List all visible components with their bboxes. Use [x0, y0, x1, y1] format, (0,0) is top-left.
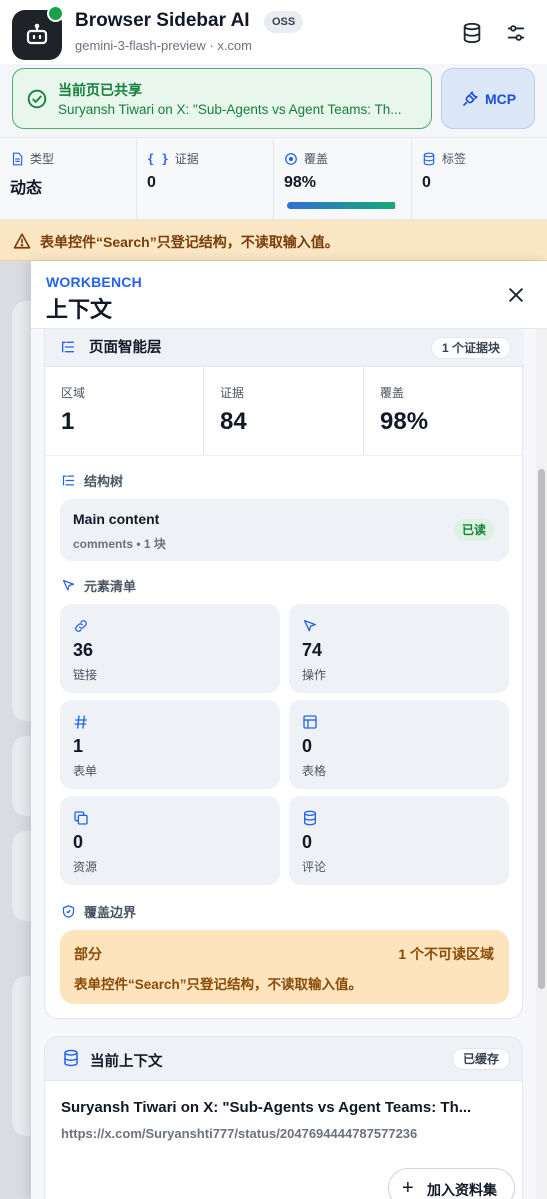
- database-icon: [304, 810, 316, 826]
- coverage-boundary-card: 部分 1 个不可读区域 表单控件“Search”只登记结构，不读取输入值。: [60, 930, 509, 1004]
- element-tile-actions[interactable]: 74 操作: [289, 604, 509, 693]
- braces-icon: { }: [147, 151, 169, 166]
- mcp-button[interactable]: MCP: [441, 68, 535, 129]
- drawer-title: 上下文: [46, 297, 113, 322]
- app-header: Browser Sidebar AI OSS gemini-3-flash-pr…: [0, 0, 547, 64]
- tree-list-icon: [62, 475, 75, 486]
- metric-evidence: 证据 84: [204, 367, 364, 455]
- drawer-scrollbar[interactable]: [536, 329, 547, 1199]
- app-title: Browser Sidebar AI: [75, 10, 250, 31]
- copy-icon: [74, 811, 88, 825]
- database-icon: [423, 152, 435, 165]
- boundary-section-label: 覆盖边界: [61, 902, 136, 921]
- tree-list-icon: [62, 341, 74, 353]
- scrollbar-thumb[interactable]: [538, 469, 545, 989]
- target-icon: [285, 152, 297, 165]
- shared-page-title: Suryansh Tiwari on X: "Sub-Agents vs Age…: [58, 102, 402, 117]
- elements-section-label: 元素清单: [61, 576, 136, 595]
- panel-header: 页面智能层 1 个证据块: [45, 329, 524, 367]
- element-tile-resources[interactable]: 0 资源: [60, 796, 280, 885]
- tree-item-main-content[interactable]: Main content comments • 1 块 已读: [60, 499, 509, 561]
- add-to-collection-button[interactable]: + 加入资料集: [388, 1168, 515, 1199]
- context-title: 当前上下文: [90, 1054, 163, 1070]
- online-status-dot: [47, 5, 64, 22]
- sliders-icon[interactable]: [505, 22, 527, 44]
- element-tile-links[interactable]: 36 链接: [60, 604, 280, 693]
- element-tile-comments[interactable]: 0 评论: [289, 796, 509, 885]
- stat-coverage: 覆盖 98%: [274, 138, 412, 221]
- page-intelligence-panel: 页面智能层 1 个证据块 区域 1 证据 84 覆盖 98% 结构树 Main …: [44, 329, 524, 1019]
- warning-text: 表单控件“Search”只登记结构，不读取输入值。: [40, 234, 339, 250]
- coverage-progress-fill: [287, 202, 395, 209]
- plus-icon: +: [402, 1177, 414, 1199]
- element-tile-tables[interactable]: 0 表格: [289, 700, 509, 789]
- warning-triangle-icon: [13, 233, 31, 249]
- plug-icon: [463, 91, 478, 106]
- context-drawer: WORKBENCH 上下文 页面智能层 1 个证据块 区域 1 证据 84 覆盖…: [31, 261, 547, 1199]
- stat-tags: 标签 0: [422, 152, 467, 191]
- read-status-badge: 已读: [454, 519, 495, 541]
- element-tile-forms[interactable]: 1 表单: [60, 700, 280, 789]
- metric-coverage: 覆盖 98%: [380, 386, 429, 435]
- stat-type: 类型 动态: [0, 138, 137, 221]
- database-icon: [64, 1049, 78, 1067]
- cached-badge: 已缓存: [452, 1048, 511, 1070]
- database-icon[interactable]: [461, 22, 483, 44]
- panel-title: 页面智能层: [89, 340, 162, 356]
- model-domain-subtitle: gemini-3-flash-preview · x.com: [75, 38, 252, 53]
- stat-evidence: { } 证据 0: [137, 138, 274, 221]
- warning-banner: 表单控件“Search”只登记结构，不读取输入值。: [0, 220, 547, 261]
- link-icon: [75, 620, 87, 632]
- shield-icon: [62, 905, 75, 918]
- stats-bar: 类型 动态 { } 证据 0 覆盖 98% 标签 0: [0, 137, 547, 221]
- metric-regions: 区域 1: [45, 367, 204, 455]
- drawer-header: WORKBENCH 上下文: [31, 261, 547, 329]
- cursor-icon: [304, 620, 316, 632]
- context-page-title: Suryansh Tiwari on X: "Sub-Agents vs Age…: [61, 1099, 472, 1116]
- page-shared-banner[interactable]: 当前页已共享 Suryansh Tiwari on X: "Sub-Agents…: [12, 68, 432, 129]
- evidence-count-badge: 1 个证据块: [431, 337, 512, 359]
- table-icon: [303, 715, 317, 729]
- cursor-icon: [62, 579, 75, 591]
- document-icon: [12, 152, 23, 165]
- workbench-eyebrow: WORKBENCH: [46, 274, 142, 290]
- divider: [45, 455, 524, 456]
- mcp-label: MCP: [485, 91, 517, 107]
- hash-icon: [74, 715, 87, 729]
- context-header: 当前上下文 已缓存: [45, 1037, 522, 1081]
- coverage-progress-bar: [287, 202, 397, 209]
- oss-badge: OSS: [264, 11, 304, 33]
- close-icon[interactable]: [506, 285, 526, 305]
- context-url[interactable]: https://x.com/Suryanshti777/status/20476…: [61, 1126, 417, 1141]
- share-title: 当前页已共享: [58, 82, 142, 98]
- check-circle-icon: [27, 89, 47, 109]
- current-context-card: 当前上下文 已缓存 Suryansh Tiwari on X: "Sub-Age…: [44, 1036, 523, 1199]
- tree-section-label: 结构树: [61, 471, 123, 490]
